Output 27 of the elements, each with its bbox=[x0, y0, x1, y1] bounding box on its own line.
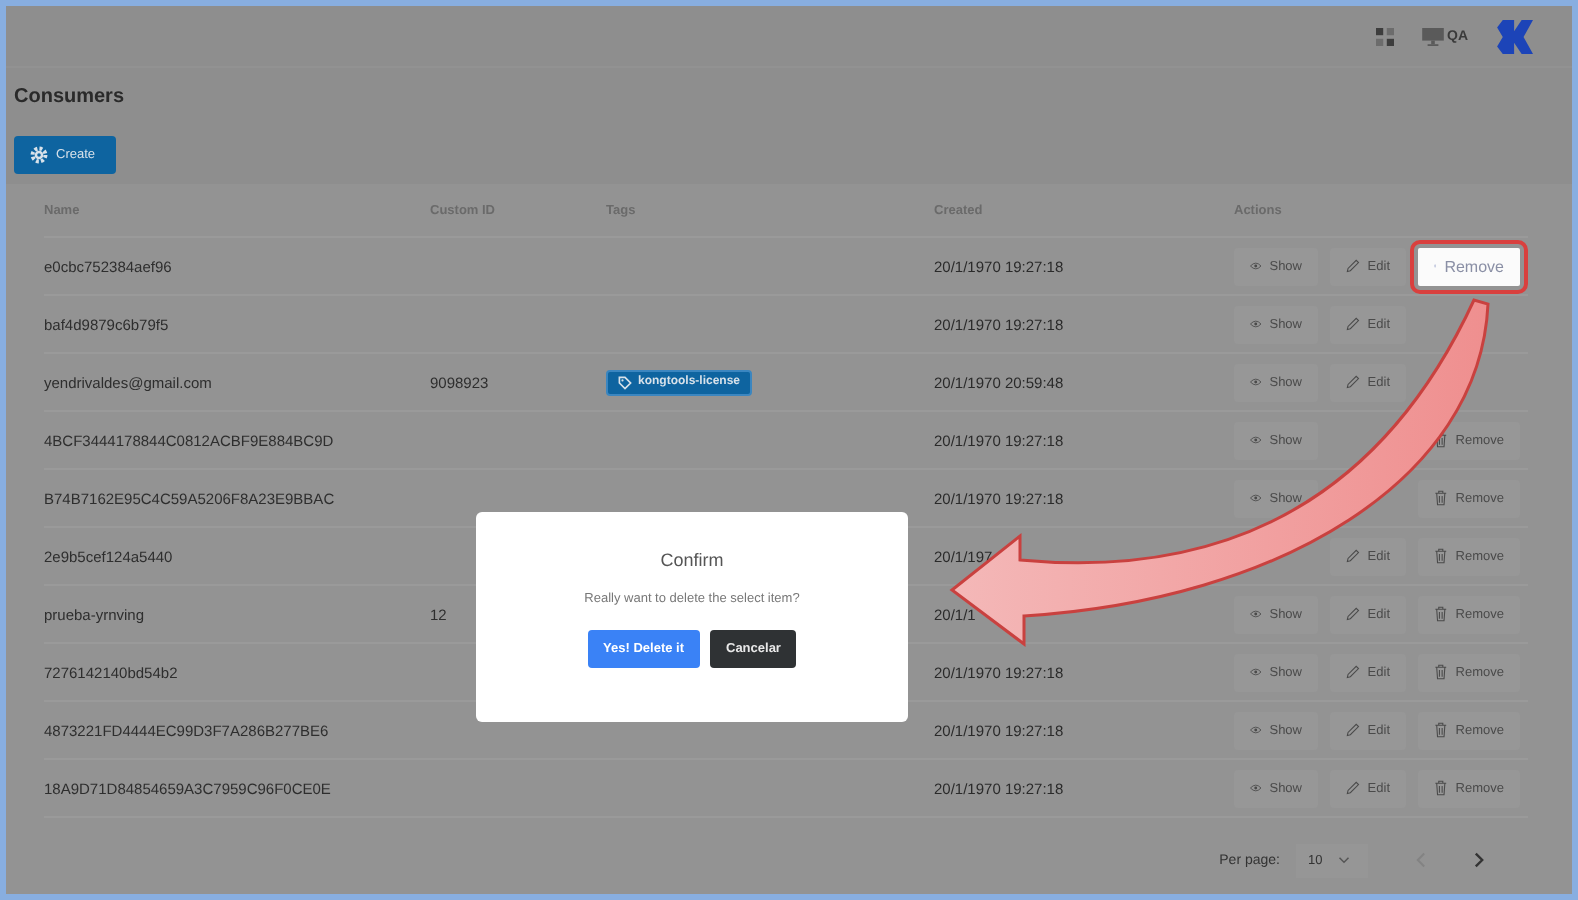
remove-button[interactable]: Remove bbox=[1418, 247, 1520, 285]
pencil-icon bbox=[1346, 780, 1360, 796]
gear-icon bbox=[30, 146, 48, 164]
monitor-icon bbox=[1421, 27, 1443, 45]
pencil-icon bbox=[1346, 548, 1360, 564]
caret-icon bbox=[1338, 856, 1351, 864]
pencil-icon bbox=[1346, 258, 1360, 274]
eye-icon bbox=[1250, 432, 1262, 448]
eye-icon bbox=[1250, 664, 1262, 680]
pencil-icon bbox=[1346, 664, 1360, 680]
pencil-icon bbox=[1346, 606, 1360, 622]
eye-icon bbox=[1250, 722, 1262, 738]
eye-icon bbox=[1250, 490, 1262, 506]
dialog-title: Confirm bbox=[660, 550, 724, 570]
eye-icon bbox=[1250, 780, 1262, 796]
page-title: Consumers bbox=[14, 86, 127, 108]
eye-icon bbox=[1250, 374, 1262, 390]
pencil-icon bbox=[1346, 316, 1360, 332]
eye-icon bbox=[1250, 316, 1262, 332]
eye-icon bbox=[1250, 606, 1262, 622]
apps-icon[interactable] bbox=[1375, 27, 1393, 45]
pencil-icon bbox=[1346, 374, 1360, 390]
eye-icon bbox=[1250, 258, 1262, 274]
next-page-icon[interactable] bbox=[1474, 852, 1484, 868]
pencil-icon bbox=[1346, 722, 1360, 738]
logo-icon bbox=[1496, 19, 1536, 53]
tag-icon bbox=[618, 375, 632, 389]
